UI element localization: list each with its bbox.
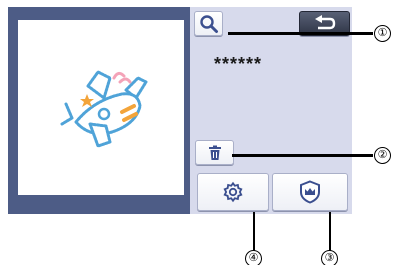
control-panel: ****** — [190, 7, 352, 214]
preview-panel — [8, 7, 190, 214]
settings-button[interactable] — [197, 173, 269, 211]
search-button[interactable] — [194, 11, 223, 36]
callout-line-4 — [253, 212, 255, 252]
return-arrow-icon — [314, 14, 335, 29]
premium-button[interactable] — [272, 173, 348, 211]
airplane-pattern-image — [60, 70, 148, 148]
callout-marker-2: ② — [374, 147, 391, 164]
callout-line-3 — [329, 212, 331, 252]
gear-icon — [223, 181, 243, 203]
device-screen: ****** — [8, 7, 352, 214]
callout-marker-3: ③ — [321, 250, 338, 265]
callout-marker-1: ① — [374, 25, 391, 42]
masked-code-text: ****** — [214, 54, 263, 74]
delete-button[interactable] — [195, 140, 234, 165]
search-icon — [199, 14, 218, 33]
callout-line-2 — [232, 154, 373, 157]
callout-line-1 — [228, 32, 373, 35]
crown-shield-icon — [300, 180, 320, 204]
trash-icon — [208, 145, 221, 160]
pattern-preview — [18, 20, 184, 195]
callout-marker-4: ④ — [245, 250, 262, 265]
